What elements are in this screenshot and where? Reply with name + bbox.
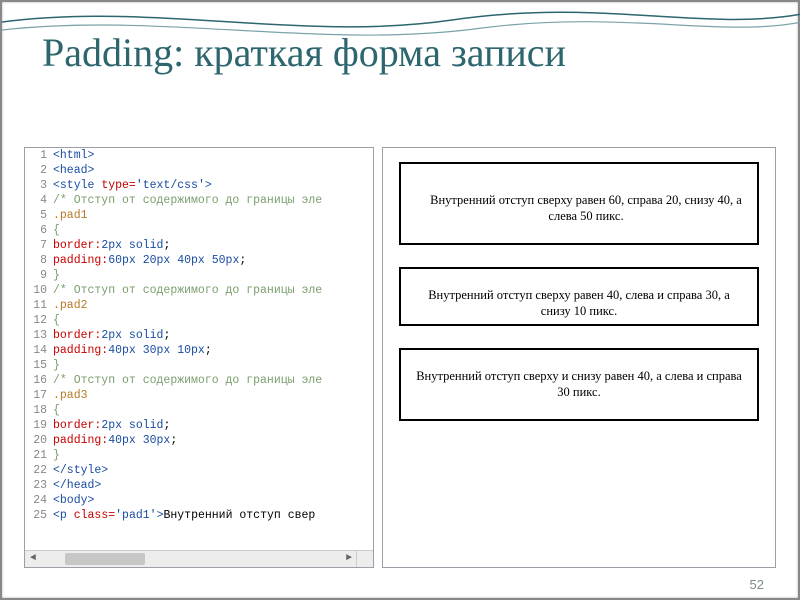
slide-frame: Padding: краткая форма записи 1<html>2<h… bbox=[0, 0, 800, 600]
preview-text: Внутренний отступ сверху и снизу равен 4… bbox=[415, 368, 743, 401]
code-line: 11.pad2 bbox=[25, 298, 373, 313]
line-number: 17 bbox=[25, 388, 53, 403]
code-content: /* Отступ от содержимого до границы эле bbox=[53, 193, 322, 208]
line-number: 18 bbox=[25, 403, 53, 418]
line-number: 15 bbox=[25, 358, 53, 373]
code-content: } bbox=[53, 358, 60, 373]
code-line: 4/* Отступ от содержимого до границы эле bbox=[25, 193, 373, 208]
line-number: 7 bbox=[25, 238, 53, 253]
code-content: .pad3 bbox=[53, 388, 88, 403]
preview-box-pad3: Внутренний отступ сверху и снизу равен 4… bbox=[399, 348, 759, 421]
code-content: { bbox=[53, 313, 60, 328]
code-content: <body> bbox=[53, 493, 94, 508]
code-line: 10/* Отступ от содержимого до границы эл… bbox=[25, 283, 373, 298]
code-line: 18{ bbox=[25, 403, 373, 418]
line-number: 11 bbox=[25, 298, 53, 313]
code-content: <p class='pad1'>Внутренний отступ свер bbox=[53, 508, 315, 523]
code-line: 2<head> bbox=[25, 163, 373, 178]
line-number: 5 bbox=[25, 208, 53, 223]
line-number: 16 bbox=[25, 373, 53, 388]
code-content: .pad1 bbox=[53, 208, 88, 223]
line-number: 8 bbox=[25, 253, 53, 268]
code-content: </style> bbox=[53, 463, 108, 478]
code-content: <head> bbox=[53, 163, 94, 178]
line-number: 6 bbox=[25, 223, 53, 238]
code-content: border:2px solid; bbox=[53, 328, 170, 343]
line-number: 20 bbox=[25, 433, 53, 448]
line-number: 24 bbox=[25, 493, 53, 508]
code-line: 19border:2px solid; bbox=[25, 418, 373, 433]
line-number: 14 bbox=[25, 343, 53, 358]
code-line: 9} bbox=[25, 268, 373, 283]
code-content: /* Отступ от содержимого до границы эле bbox=[53, 283, 322, 298]
preview-text: Внутренний отступ сверху равен 60, справ… bbox=[423, 192, 749, 225]
code-content: border:2px solid; bbox=[53, 238, 170, 253]
code-line: 13border:2px solid; bbox=[25, 328, 373, 343]
code-editor-panel: 1<html>2<head>3<style type='text/css'>4/… bbox=[24, 147, 374, 568]
scroll-right-arrow[interactable]: ► bbox=[343, 553, 355, 565]
line-number: 3 bbox=[25, 178, 53, 193]
preview-box-pad2: Внутренний отступ сверху равен 40, слева… bbox=[399, 267, 759, 327]
line-number: 12 bbox=[25, 313, 53, 328]
line-number: 22 bbox=[25, 463, 53, 478]
code-content: .pad2 bbox=[53, 298, 88, 313]
code-line: 8padding:60px 20px 40px 50px; bbox=[25, 253, 373, 268]
code-line: 14padding:40px 30px 10px; bbox=[25, 343, 373, 358]
code-content: padding:40px 30px 10px; bbox=[53, 343, 212, 358]
scrollbar-corner bbox=[356, 550, 373, 567]
line-number: 25 bbox=[25, 508, 53, 523]
horizontal-scrollbar[interactable]: ◄ ► bbox=[25, 550, 357, 567]
line-number: 1 bbox=[25, 148, 53, 163]
code-line: 21} bbox=[25, 448, 373, 463]
code-content: { bbox=[53, 403, 60, 418]
code-content: <html> bbox=[53, 148, 94, 163]
code-line: 23</head> bbox=[25, 478, 373, 493]
line-number: 9 bbox=[25, 268, 53, 283]
code-content: } bbox=[53, 268, 60, 283]
page-number: 52 bbox=[750, 577, 764, 592]
code-line: 15} bbox=[25, 358, 373, 373]
code-content: padding:40px 30px; bbox=[53, 433, 177, 448]
scroll-left-arrow[interactable]: ◄ bbox=[27, 553, 39, 565]
code-listing: 1<html>2<head>3<style type='text/css'>4/… bbox=[25, 148, 373, 523]
content-area: 1<html>2<head>3<style type='text/css'>4/… bbox=[24, 147, 776, 568]
code-line: 20padding:40px 30px; bbox=[25, 433, 373, 448]
slide-title: Padding: краткая форма записи bbox=[42, 32, 566, 74]
code-line: 5.pad1 bbox=[25, 208, 373, 223]
code-line: 25<p class='pad1'>Внутренний отступ свер bbox=[25, 508, 373, 523]
code-line: 7border:2px solid; bbox=[25, 238, 373, 253]
line-number: 4 bbox=[25, 193, 53, 208]
code-line: 24<body> bbox=[25, 493, 373, 508]
code-line: 12{ bbox=[25, 313, 373, 328]
code-content: </head> bbox=[53, 478, 101, 493]
code-line: 1<html> bbox=[25, 148, 373, 163]
code-line: 6{ bbox=[25, 223, 373, 238]
code-content: padding:60px 20px 40px 50px; bbox=[53, 253, 246, 268]
preview-box-pad1: Внутренний отступ сверху равен 60, справ… bbox=[399, 162, 759, 245]
line-number: 2 bbox=[25, 163, 53, 178]
code-content: { bbox=[53, 223, 60, 238]
code-line: 17.pad3 bbox=[25, 388, 373, 403]
line-number: 21 bbox=[25, 448, 53, 463]
code-content: /* Отступ от содержимого до границы эле bbox=[53, 373, 322, 388]
line-number: 13 bbox=[25, 328, 53, 343]
line-number: 23 bbox=[25, 478, 53, 493]
code-content: <style type='text/css'> bbox=[53, 178, 212, 193]
preview-text: Внутренний отступ сверху равен 40, слева… bbox=[415, 287, 743, 320]
code-line: 22</style> bbox=[25, 463, 373, 478]
code-line: 3<style type='text/css'> bbox=[25, 178, 373, 193]
line-number: 19 bbox=[25, 418, 53, 433]
scrollbar-thumb[interactable] bbox=[65, 553, 145, 565]
line-number: 10 bbox=[25, 283, 53, 298]
code-content: } bbox=[53, 448, 60, 463]
code-content: border:2px solid; bbox=[53, 418, 170, 433]
code-line: 16/* Отступ от содержимого до границы эл… bbox=[25, 373, 373, 388]
preview-panel: Внутренний отступ сверху равен 60, справ… bbox=[382, 147, 776, 568]
